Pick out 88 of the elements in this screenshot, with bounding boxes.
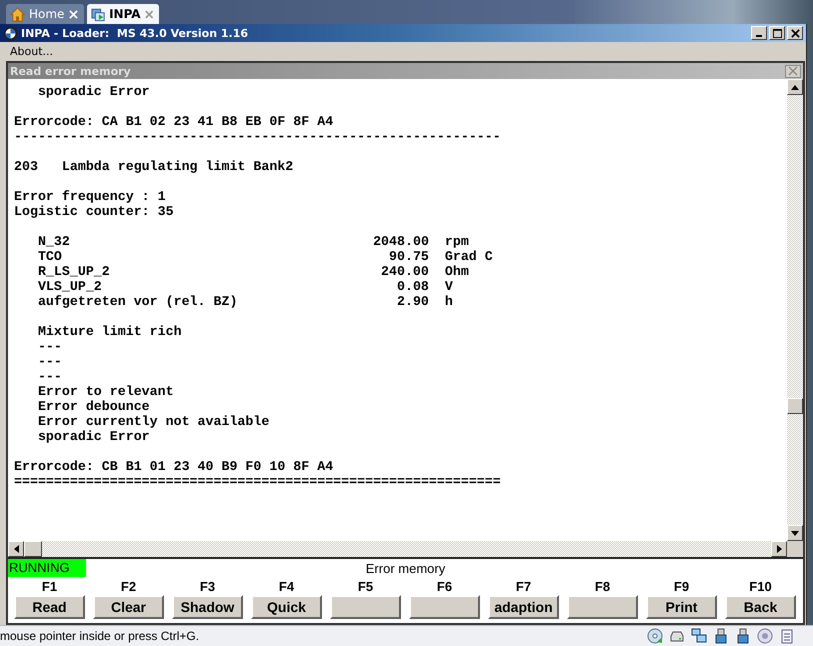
tab-label: Home	[29, 7, 65, 21]
tab[interactable]: Home	[6, 4, 84, 24]
function-key-label: F10	[749, 578, 772, 595]
right-arrow-icon	[776, 545, 782, 553]
function-button[interactable]: Shadow	[172, 595, 243, 619]
parameter-name: R_LS_UP_2	[36, 264, 111, 279]
output-line: Error currently not available	[36, 414, 270, 429]
scroll-left-button[interactable]	[8, 541, 24, 557]
network-icon	[691, 628, 707, 644]
scrollbar-thumb[interactable]	[787, 398, 803, 414]
minimize-icon	[756, 35, 762, 37]
tab-label: INPA	[109, 7, 141, 21]
status-indicator: RUNNING	[8, 559, 86, 577]
output-line: Logistic counter: 35	[14, 204, 175, 219]
parameter-name: VLS_UP_2	[36, 279, 103, 294]
output-line: ---	[36, 369, 63, 384]
function-key-label: F4	[278, 578, 294, 595]
empty-button[interactable]	[409, 595, 480, 619]
app-icon	[91, 6, 106, 22]
scroll-down-button[interactable]	[787, 525, 803, 541]
output-line: sporadic Error	[36, 429, 151, 444]
parameter-unit: V	[444, 279, 453, 294]
parameter-name: TCO	[36, 249, 63, 264]
function-key-label: F3	[200, 578, 216, 595]
scroll-right-button[interactable]	[771, 541, 787, 557]
output-line: Error to relevant	[36, 384, 175, 399]
parameter-value: 240.00	[380, 264, 429, 279]
parameter-unit: Grad C	[444, 249, 493, 264]
window-title: INPA - Loader: MS 43.0 Version 1.16	[21, 26, 250, 40]
scrollbar-thumb[interactable]	[24, 541, 42, 557]
disc-icon	[647, 628, 663, 644]
output-line: Error frequency : 1	[14, 189, 167, 204]
output-line: -------------------------------------------------------------	[14, 129, 502, 144]
empty-button[interactable]	[330, 595, 401, 619]
screen-title: Error memory	[366, 560, 446, 576]
menu-item[interactable]: About...	[4, 45, 60, 58]
minimize-button[interactable]	[751, 26, 767, 40]
function-button[interactable]: Print	[646, 595, 717, 619]
scroll-up-button[interactable]	[787, 79, 803, 95]
function-key-label: F6	[436, 578, 452, 595]
tab[interactable]: INPA	[87, 4, 159, 24]
output-line: =============================================================	[14, 474, 502, 489]
close-icon	[790, 28, 800, 38]
scrollbar-corner	[787, 541, 803, 557]
function-button[interactable]: Clear	[93, 595, 164, 619]
output-line: sporadic Error	[36, 84, 151, 99]
panel-title: Read error memory	[10, 64, 132, 78]
output-line: Error debounce	[36, 399, 151, 414]
output-line: Errorcode: CA B1 02 23 41 B8 EB 0F 8F A4	[14, 114, 334, 129]
maximize-icon	[772, 28, 782, 38]
close-icon	[788, 66, 798, 76]
parameter-unit: Ohm	[444, 264, 469, 279]
function-button[interactable]: adaption	[488, 595, 559, 619]
parameter-value: 2.90	[396, 294, 429, 309]
output-line: Mixture limit rich	[36, 324, 183, 339]
function-key-label: F5	[358, 578, 374, 595]
vertical-scrollbar[interactable]	[787, 79, 803, 541]
output-line: 203 Lambda regulating limit Bank2	[14, 159, 294, 174]
parameter-value: 0.08	[396, 279, 429, 294]
function-key-label: F9	[674, 578, 690, 595]
house-icon	[10, 6, 25, 22]
horizontal-scrollbar[interactable]	[8, 541, 803, 557]
usb-icon	[735, 628, 751, 644]
up-arrow-icon	[791, 84, 799, 90]
function-key-label: F7	[516, 578, 532, 595]
left-arrow-icon	[14, 545, 18, 553]
status-text: mouse pointer inside or press Ctrl+G.	[0, 629, 200, 643]
function-key-label: F1	[42, 578, 58, 595]
down-arrow-icon	[791, 530, 799, 536]
parameter-name: N_32	[36, 234, 71, 249]
parameter-unit: h	[444, 294, 453, 309]
function-key-label: F8	[594, 578, 610, 595]
function-button[interactable]: Read	[14, 595, 85, 619]
parameter-value: 90.75	[388, 249, 429, 264]
record-icon	[757, 628, 773, 644]
function-button[interactable]: Back	[725, 595, 796, 619]
output-line: Errorcode: CB B1 01 23 40 B9 F0 10 8F A4	[14, 459, 334, 474]
close-icon[interactable]	[144, 10, 153, 18]
empty-button[interactable]	[567, 595, 638, 619]
parameter-unit: rpm	[444, 234, 469, 249]
parameter-name: aufgetreten vor (rel. BZ)	[36, 294, 238, 309]
parameter-value: 2048.00	[373, 234, 429, 249]
maximize-button[interactable]	[769, 26, 785, 40]
function-button[interactable]: Quick	[251, 595, 322, 619]
function-key-label: F2	[120, 578, 136, 595]
usb-icon	[713, 628, 729, 644]
output-line: ---	[36, 354, 63, 369]
output-line: ---	[36, 339, 63, 354]
